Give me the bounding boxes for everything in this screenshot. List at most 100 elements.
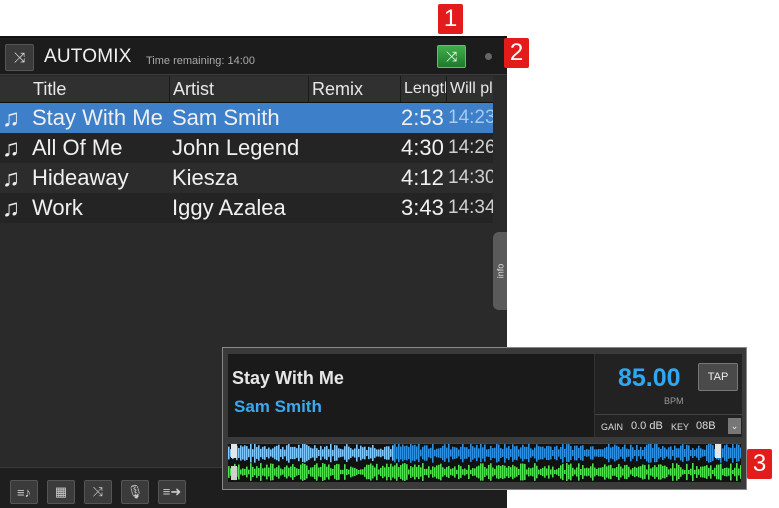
waveform-bar [706, 445, 708, 461]
waveform-cue-marker[interactable] [715, 444, 721, 458]
deck-info-area: Stay With Me Sam Smith 85.00 BPM TAP GAI… [228, 354, 742, 437]
gain-value[interactable]: 0.0 dB [631, 420, 663, 432]
tap-button[interactable]: TAP [698, 363, 738, 391]
waveform-bar [434, 467, 436, 477]
waveform-bar [678, 448, 680, 458]
automix-header: ⤨ AUTOMIX Time remaining: 14:00 ⤨ [0, 38, 507, 75]
waveform-bar [292, 446, 294, 460]
microphone-icon[interactable]: 🎙 [121, 480, 149, 504]
waveform-bar [358, 469, 360, 475]
row-will-play: 14:34 [448, 197, 493, 218]
waveform-bar [464, 447, 466, 459]
send-to-deck-icon[interactable]: ≡➜ [158, 480, 186, 504]
waveform-bar [512, 444, 514, 462]
waveform-bar [396, 463, 398, 481]
waveform-overview[interactable] [228, 443, 741, 482]
waveform-bar [634, 466, 636, 478]
waveform-bar [252, 449, 254, 457]
waveform-bar [252, 466, 254, 478]
waveform-bar [696, 466, 698, 478]
waveform-bar [476, 466, 478, 478]
waveform-bar [588, 468, 590, 476]
waveform-bar [546, 468, 548, 476]
waveform-bar [542, 467, 544, 477]
row-artist: John Legend [172, 135, 300, 160]
waveform-bar [324, 463, 326, 481]
shuffle-button-icon[interactable]: ⤨ [84, 480, 112, 504]
row-will-play: 14:30 [448, 167, 493, 188]
waveform-bar [334, 465, 336, 479]
info-side-tab[interactable]: info [493, 232, 507, 310]
waveform-bar [674, 445, 676, 461]
waveform-position-marker[interactable] [231, 466, 237, 480]
waveform-bar [562, 463, 564, 481]
waveform-bar [702, 466, 704, 478]
row-title: Work [32, 195, 83, 220]
waveform-bar [726, 444, 728, 462]
waveform-bar [516, 467, 518, 477]
waveform-bar [500, 465, 502, 479]
waveform-bar [690, 468, 692, 476]
waveform-bar [370, 447, 372, 459]
shuffle-icon[interactable]: ⤨ [5, 44, 34, 71]
column-will-play[interactable]: Will play [447, 76, 493, 102]
key-label: KEY [671, 422, 690, 432]
waveform-bottom [228, 463, 741, 481]
waveform-bar [366, 464, 368, 480]
waveform-bar [300, 448, 302, 458]
playlist-row[interactable]: ♫ All Of Me John Legend 4:30 14:26 [0, 133, 493, 163]
waveform-bar [426, 468, 428, 476]
waveform-bar [598, 448, 600, 458]
waveform-bar [700, 448, 702, 458]
column-length[interactable]: Length [401, 76, 447, 102]
waveform-bar [436, 448, 438, 458]
info-tab-label: info [495, 263, 506, 279]
waveform-bar [514, 446, 516, 460]
column-title[interactable]: Title [30, 76, 170, 102]
waveform-bar [712, 469, 714, 475]
column-remix[interactable]: Remix [309, 76, 401, 102]
waveform-bar [730, 447, 732, 459]
waveform-bar [476, 444, 478, 462]
waveform-start-marker[interactable] [231, 444, 237, 458]
row-title: Stay With Me [32, 105, 163, 130]
waveform-bar [314, 445, 316, 461]
waveform-bar [662, 445, 664, 461]
waveform-bar [686, 463, 688, 481]
column-artist[interactable]: Artist [170, 76, 309, 102]
waveform-bar [248, 469, 250, 475]
waveform-bar [246, 466, 248, 478]
waveform-bar [648, 464, 650, 480]
waveform-bar [582, 445, 584, 461]
grid-view-icon[interactable]: ▦ [47, 480, 75, 504]
waveform-bar [316, 463, 318, 481]
time-remaining: Time remaining: 14:00 [146, 55, 256, 67]
playlist-row[interactable]: ♫ Hideaway Kiesza 4:12 14:30 [0, 163, 493, 193]
waveform-bar [290, 466, 292, 478]
row-length: 4:12 [401, 165, 444, 190]
waveform-bar [534, 463, 536, 481]
key-value[interactable]: 08B [696, 420, 716, 432]
waveform-bar [672, 463, 674, 481]
playlist-row[interactable]: ♫ Stay With Me Sam Smith 2:53 14:23 [0, 103, 493, 133]
options-dot-button[interactable] [485, 53, 492, 60]
waveform-bar [538, 446, 540, 460]
waveform-bar [624, 465, 626, 479]
playlist-row[interactable]: ♫ Work Iggy Azalea 3:43 14:34 [0, 193, 493, 223]
waveform-bar [618, 446, 620, 460]
gain-label: GAIN [601, 422, 624, 432]
waveform-bar [676, 463, 678, 481]
add-to-playlist-icon[interactable]: ≡♪ [10, 480, 38, 504]
waveform-bar [422, 446, 424, 460]
waveform-bar [684, 469, 686, 475]
waveform-bar [644, 465, 646, 479]
automix-toggle-button[interactable]: ⤨ [437, 45, 466, 68]
waveform-bar [262, 468, 264, 476]
chevron-down-icon[interactable]: ⌄ [728, 418, 741, 434]
waveform-bar [480, 463, 482, 481]
waveform-bar [400, 465, 402, 479]
waveform-bar [572, 449, 574, 457]
waveform-bar [680, 467, 682, 477]
waveform-bar [310, 447, 312, 459]
waveform-bar [450, 468, 452, 476]
